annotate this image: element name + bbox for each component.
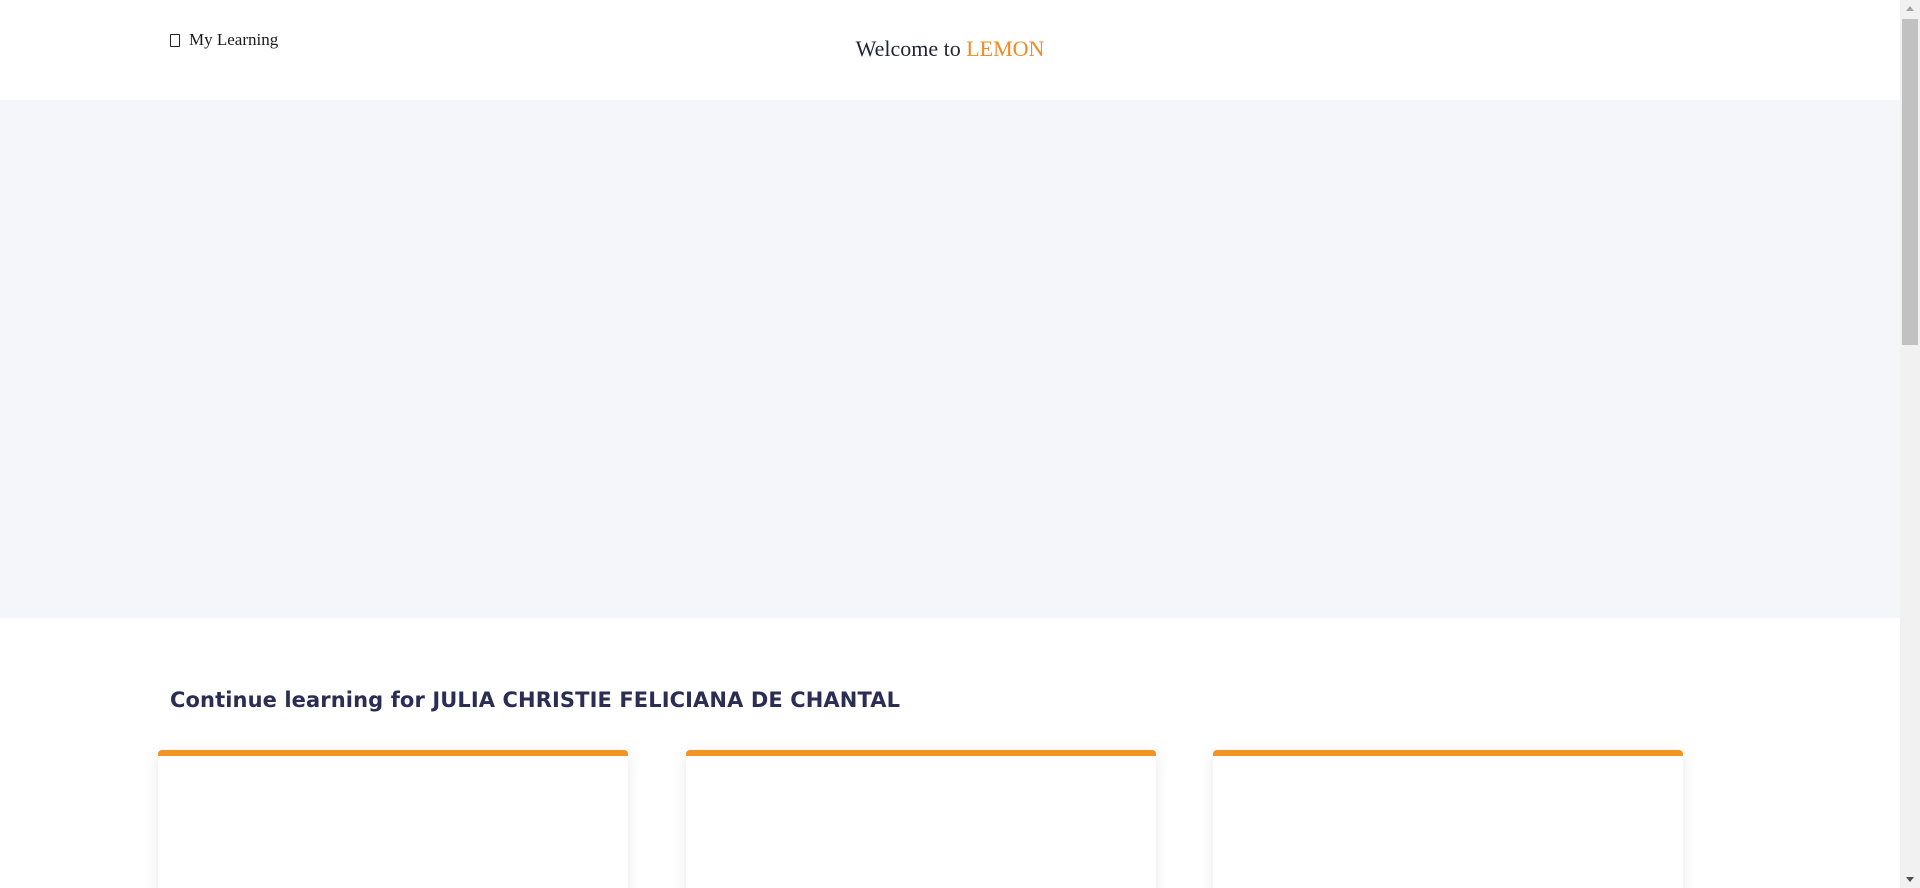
hero-banner: [0, 100, 1900, 618]
scroll-down-arrow-icon[interactable]: [1900, 871, 1920, 888]
scroll-thumb[interactable]: [1902, 19, 1918, 345]
page: My Learning Welcome to LEMON Continue le…: [0, 0, 1900, 888]
course-card[interactable]: [686, 750, 1156, 888]
course-card[interactable]: [158, 750, 628, 888]
welcome-prefix: Welcome to: [855, 36, 967, 61]
welcome-heading: Welcome to LEMON: [0, 36, 1900, 62]
continue-learning-title: Continue learning for JULIA CHRISTIE FEL…: [170, 688, 901, 712]
scroll-up-arrow-icon[interactable]: [1900, 0, 1920, 17]
course-card[interactable]: [1213, 750, 1683, 888]
brand-name: LEMON: [966, 36, 1045, 61]
top-bar: My Learning Welcome to LEMON: [0, 0, 1900, 100]
vertical-scrollbar[interactable]: [1900, 0, 1920, 888]
